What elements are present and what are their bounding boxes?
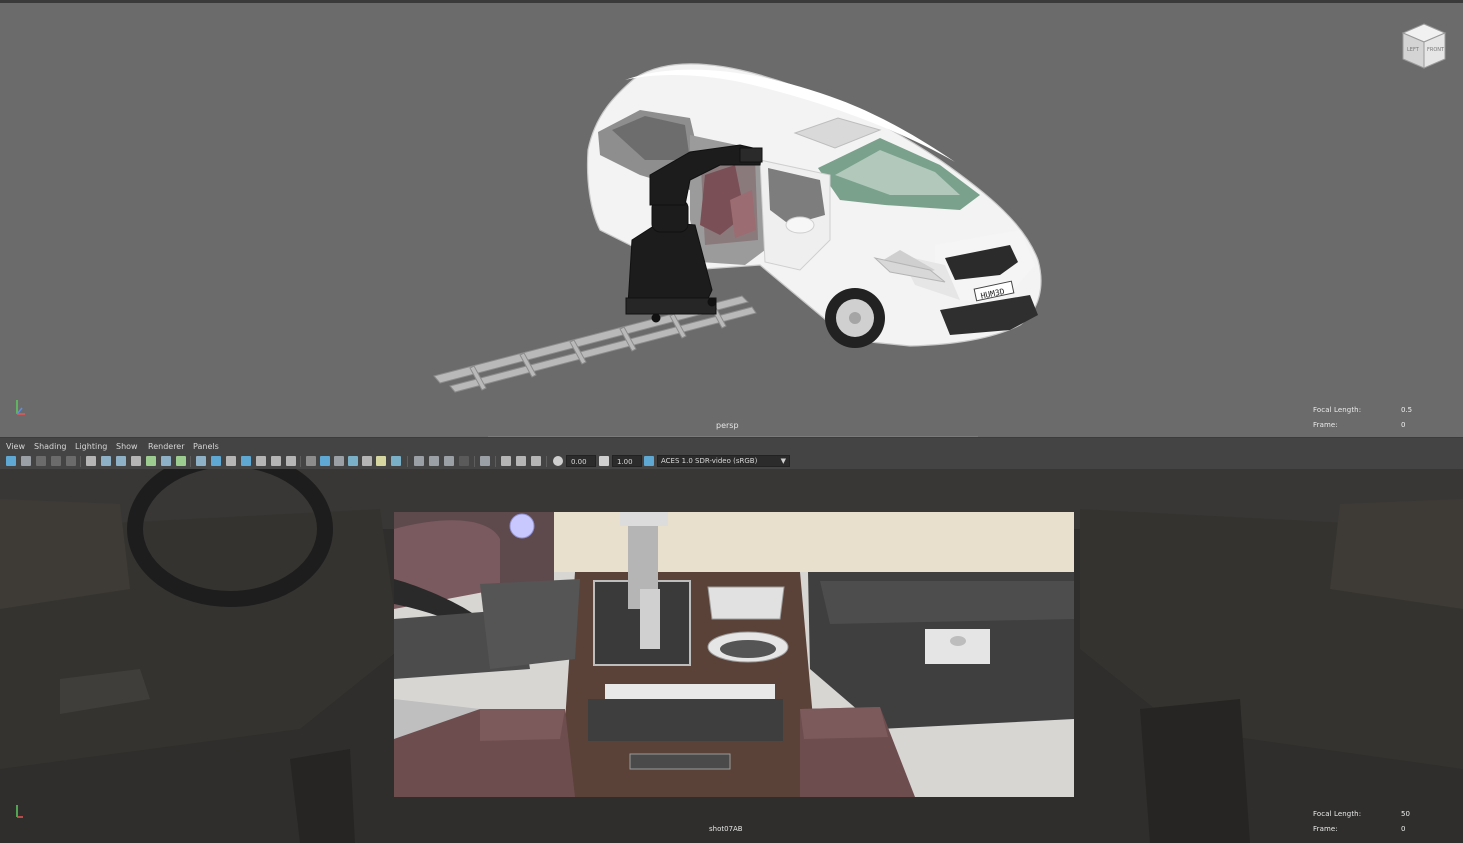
grid-icon[interactable] <box>196 456 206 466</box>
xray-icon[interactable] <box>480 456 490 466</box>
frame-label: Frame: <box>1313 825 1338 833</box>
view-cube-front-face[interactable]: FRONT <box>1427 47 1445 53</box>
textured-icon[interactable] <box>348 456 358 466</box>
focal-length-label: Focal Length: <box>1313 810 1362 818</box>
camera-lock-icon[interactable] <box>101 456 111 466</box>
isolate-select-icon[interactable] <box>459 456 469 466</box>
menu-lighting[interactable]: Lighting <box>75 442 107 451</box>
wireframe-icon[interactable] <box>306 456 316 466</box>
color-space-value: ACES 1.0 SDR-video (sRGB) <box>661 457 758 465</box>
camera-name-label: persp <box>716 421 739 430</box>
focal-length-value: 50 <box>1401 810 1410 818</box>
focal-length-value: 0.5 <box>1401 406 1413 414</box>
bookmark-icon[interactable] <box>36 456 46 466</box>
gamma-icon[interactable] <box>599 456 609 466</box>
toolbar-separator <box>546 456 547 467</box>
menu-shading[interactable]: Shading <box>34 442 67 451</box>
exposure-field[interactable]: 0.00 <box>566 455 596 467</box>
grease-pencil-icon[interactable] <box>176 456 186 466</box>
field-chart-icon[interactable] <box>241 456 251 466</box>
menu-view[interactable]: View <box>6 442 25 451</box>
grid-icon[interactable] <box>66 456 76 466</box>
camera-icon[interactable] <box>86 456 96 466</box>
ambient-occlusion-icon[interactable] <box>391 456 401 466</box>
toolbar-separator <box>300 456 301 467</box>
shot-camera-viewport[interactable]: shot07AB Focal Length: 50 Frame: 0 <box>0 469 1463 843</box>
xray-components-icon[interactable] <box>516 456 526 466</box>
exposure-icon[interactable] <box>553 456 563 466</box>
gate-mask-icon[interactable] <box>226 456 236 466</box>
frame-value: 0 <box>1401 825 1406 833</box>
motion-blur-icon[interactable] <box>414 456 424 466</box>
view-transform-icon[interactable] <box>644 456 654 466</box>
lights-icon[interactable] <box>362 456 372 466</box>
default-material-icon[interactable] <box>334 456 344 466</box>
isolate-view-icon[interactable] <box>286 456 296 466</box>
menu-panels[interactable]: Panels <box>193 442 219 451</box>
camera-name-label: shot07AB <box>709 825 743 833</box>
frame-label: Frame: <box>1313 421 1338 429</box>
toolbar-separator <box>495 456 496 467</box>
view-cube-left-face[interactable]: LEFT <box>1407 47 1420 53</box>
scene-render[interactable]: HUM3D <box>0 0 1463 437</box>
panel-toolbar: 0.00 1.00 ACES 1.0 SDR-video (sRGB) ▼ <box>0 454 1463 469</box>
safe-title-icon[interactable] <box>271 456 281 466</box>
select-camera-icon[interactable] <box>6 456 16 466</box>
toolbar-separator <box>407 456 408 467</box>
toolbar-separator <box>80 456 81 467</box>
resolution-gate <box>394 512 1074 797</box>
xray-joints-icon[interactable] <box>501 456 511 466</box>
frame-value: 0 <box>1401 421 1406 429</box>
focal-length-label: Focal Length: <box>1313 406 1362 414</box>
hud-icon[interactable] <box>531 456 541 466</box>
film-gate-icon[interactable] <box>146 456 156 466</box>
panel-menu-bar: View Shading Lighting Show Renderer Pane… <box>0 438 1463 454</box>
toolbar-separator <box>474 456 475 467</box>
chevron-down-icon: ▼ <box>780 457 786 465</box>
image-plane-icon[interactable] <box>51 456 61 466</box>
resolution-gate-icon[interactable] <box>211 456 221 466</box>
color-space-dropdown[interactable]: ACES 1.0 SDR-video (sRGB) ▼ <box>657 455 790 467</box>
bookmark-icon[interactable] <box>131 456 141 466</box>
safe-action-icon[interactable] <box>256 456 266 466</box>
shadows-icon[interactable] <box>376 456 386 466</box>
panel-splitter[interactable] <box>488 436 978 437</box>
smooth-shade-icon[interactable] <box>320 456 330 466</box>
menu-renderer[interactable]: Renderer <box>148 442 185 451</box>
menu-show[interactable]: Show <box>116 442 138 451</box>
camera-attributes-icon[interactable] <box>21 456 31 466</box>
anti-aliasing-icon[interactable] <box>429 456 439 466</box>
pan-zoom-icon[interactable] <box>161 456 171 466</box>
toolbar-separator <box>190 456 191 467</box>
interior-render[interactable] <box>0 469 1463 843</box>
axis-gizmo <box>16 400 25 415</box>
gamma-field[interactable]: 1.00 <box>612 455 642 467</box>
depth-of-field-icon[interactable] <box>444 456 454 466</box>
camera-sequence-icon[interactable] <box>116 456 126 466</box>
view-cube[interactable]: LEFT FRONT <box>1401 22 1447 70</box>
perspective-viewport[interactable]: HUM3D LEFT FRONT persp Focal Length: 0.5… <box>0 0 1463 437</box>
